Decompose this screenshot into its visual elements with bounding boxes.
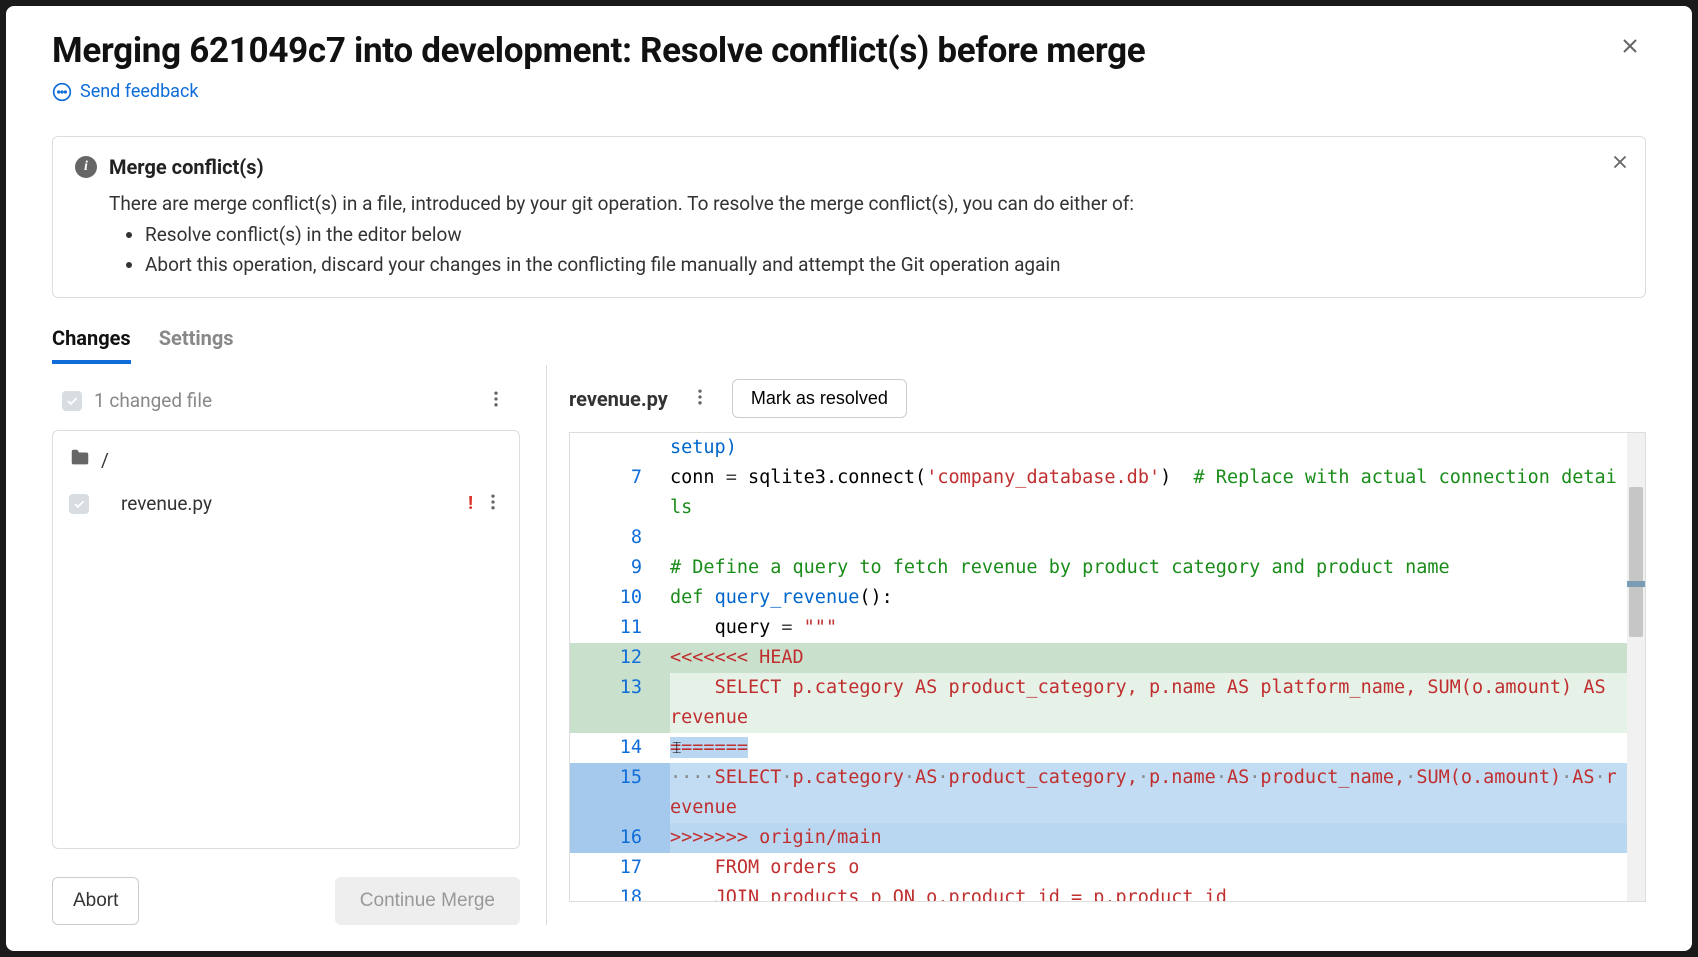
line-number: 11 [570,613,670,643]
file-checkbox[interactable] [69,494,89,514]
kebab-icon [486,389,506,409]
sidebar-actions: Abort Continue Merge [52,877,520,925]
tab-changes[interactable]: Changes [52,326,131,364]
code-line[interactable]: 10def query_revenue(): [570,583,1645,613]
code-line[interactable]: 12<<<<<<< HEAD [570,643,1645,673]
info-bullet-1: Resolve conflict(s) in the editor below [145,220,1623,249]
code-line[interactable]: 13 SELECT p.category AS product_category… [570,673,1645,733]
select-all-checkbox[interactable] [62,391,82,411]
sidebar-header: 1 changed file [52,379,520,430]
code-content[interactable]: # Define a query to fetch revenue by pro… [670,553,1645,583]
root-path: / [101,449,109,472]
line-number: 8 [570,523,670,553]
abort-button[interactable]: Abort [52,877,139,925]
info-heading: Merge conflict(s) [109,155,264,179]
code-line[interactable]: 14======= [570,733,1645,763]
code-content[interactable]: setup) [670,433,1645,463]
close-icon [1609,151,1631,173]
line-number: 13 [570,673,670,733]
line-number: 18 [570,883,670,902]
tree-root-row[interactable]: / [57,439,515,482]
line-number: 9 [570,553,670,583]
code-content[interactable]: query = """ [670,613,1645,643]
code-content[interactable]: <<<<<<< HEAD [670,643,1645,673]
tab-settings[interactable]: Settings [159,326,234,364]
editor-menu-button[interactable] [686,383,714,414]
dismiss-info-button[interactable] [1609,151,1631,176]
file-tree: / revenue.py ! [52,430,520,849]
modal-title: Merging 621049c7 into development: Resol… [52,30,1145,71]
code-line[interactable]: 11 query = """ [570,613,1645,643]
check-icon [65,394,79,408]
info-bullet-2: Abort this operation, discard your chang… [145,250,1623,279]
code-editor[interactable]: setup)7conn = sqlite3.connect('company_d… [569,432,1646,902]
line-number: 15 [570,763,670,823]
mark-resolved-button[interactable]: Mark as resolved [732,379,907,418]
editor-filename: revenue.py [569,387,668,411]
info-body: There are merge conflict(s) in a file, i… [109,189,1623,279]
code-line[interactable]: setup) [570,433,1645,463]
line-number: 17 [570,853,670,883]
file-menu-button[interactable] [479,488,507,519]
code-content[interactable]: JOIN products p ON o.product_id = p.prod… [670,883,1645,902]
code-line[interactable]: 17 FROM orders o [570,853,1645,883]
changes-sidebar: 1 changed file / [52,365,547,925]
editor-header: revenue.py Mark as resolved [569,379,1646,432]
changed-files-label: 1 changed file [94,389,212,412]
feedback-label: Send feedback [80,81,199,102]
chat-icon [52,82,72,102]
code-line[interactable]: 9# Define a query to fetch revenue by pr… [570,553,1645,583]
code-content[interactable]: FROM orders o [670,853,1645,883]
info-header: i Merge conflict(s) [75,155,1623,179]
line-number: 7 [570,463,670,523]
editor-panel: revenue.py Mark as resolved setup)7conn … [547,365,1646,925]
file-row-revenue[interactable]: revenue.py ! [57,482,515,525]
info-banner: i Merge conflict(s) There are merge conf… [52,136,1646,298]
code-line[interactable]: 7conn = sqlite3.connect('company_databas… [570,463,1645,523]
line-number: 16 [570,823,670,853]
kebab-icon [483,492,503,512]
folder-icon [69,447,91,474]
code-content[interactable]: ····SELECT·p.category·AS·product_categor… [670,763,1645,823]
info-icon: i [75,156,97,178]
kebab-icon [690,387,710,407]
info-intro: There are merge conflict(s) in a file, i… [109,189,1623,218]
send-feedback-link[interactable]: Send feedback [52,81,1646,102]
file-name: revenue.py [121,492,212,515]
merge-conflict-modal: Merging 621049c7 into development: Resol… [6,6,1692,951]
modal-header: Merging 621049c7 into development: Resol… [52,30,1646,71]
close-modal-button[interactable] [1614,30,1646,65]
continue-merge-button[interactable]: Continue Merge [335,877,520,925]
sidebar-menu-button[interactable] [482,385,510,416]
changed-files-summary: 1 changed file [62,389,212,412]
code-content[interactable]: conn = sqlite3.connect('company_database… [670,463,1645,523]
line-number [570,433,670,463]
check-icon [72,497,86,511]
code-line[interactable]: 18 JOIN products p ON o.product_id = p.p… [570,883,1645,902]
line-number: 14 [570,733,670,763]
scrollbar-mark [1627,581,1645,587]
conflict-indicator-icon: ! [468,493,473,514]
scrollbar-thumb[interactable] [1629,487,1643,637]
content-area: 1 changed file / [52,365,1646,925]
code-content[interactable]: SELECT p.category AS product_category, p… [670,673,1645,733]
code-content[interactable] [670,523,1645,553]
code-content[interactable]: def query_revenue(): [670,583,1645,613]
code-line[interactable]: 8 [570,523,1645,553]
code-line[interactable]: 16>>>>>>> origin/main [570,823,1645,853]
code-line[interactable]: 15····SELECT·p.category·AS·product_categ… [570,763,1645,823]
line-number: 10 [570,583,670,613]
editor-scrollbar[interactable] [1627,433,1645,901]
code-content[interactable]: >>>>>>> origin/main [670,823,1645,853]
tab-bar: Changes Settings [52,326,1646,365]
code-content[interactable]: ======= [670,733,1645,763]
close-icon [1618,34,1642,58]
line-number: 12 [570,643,670,673]
